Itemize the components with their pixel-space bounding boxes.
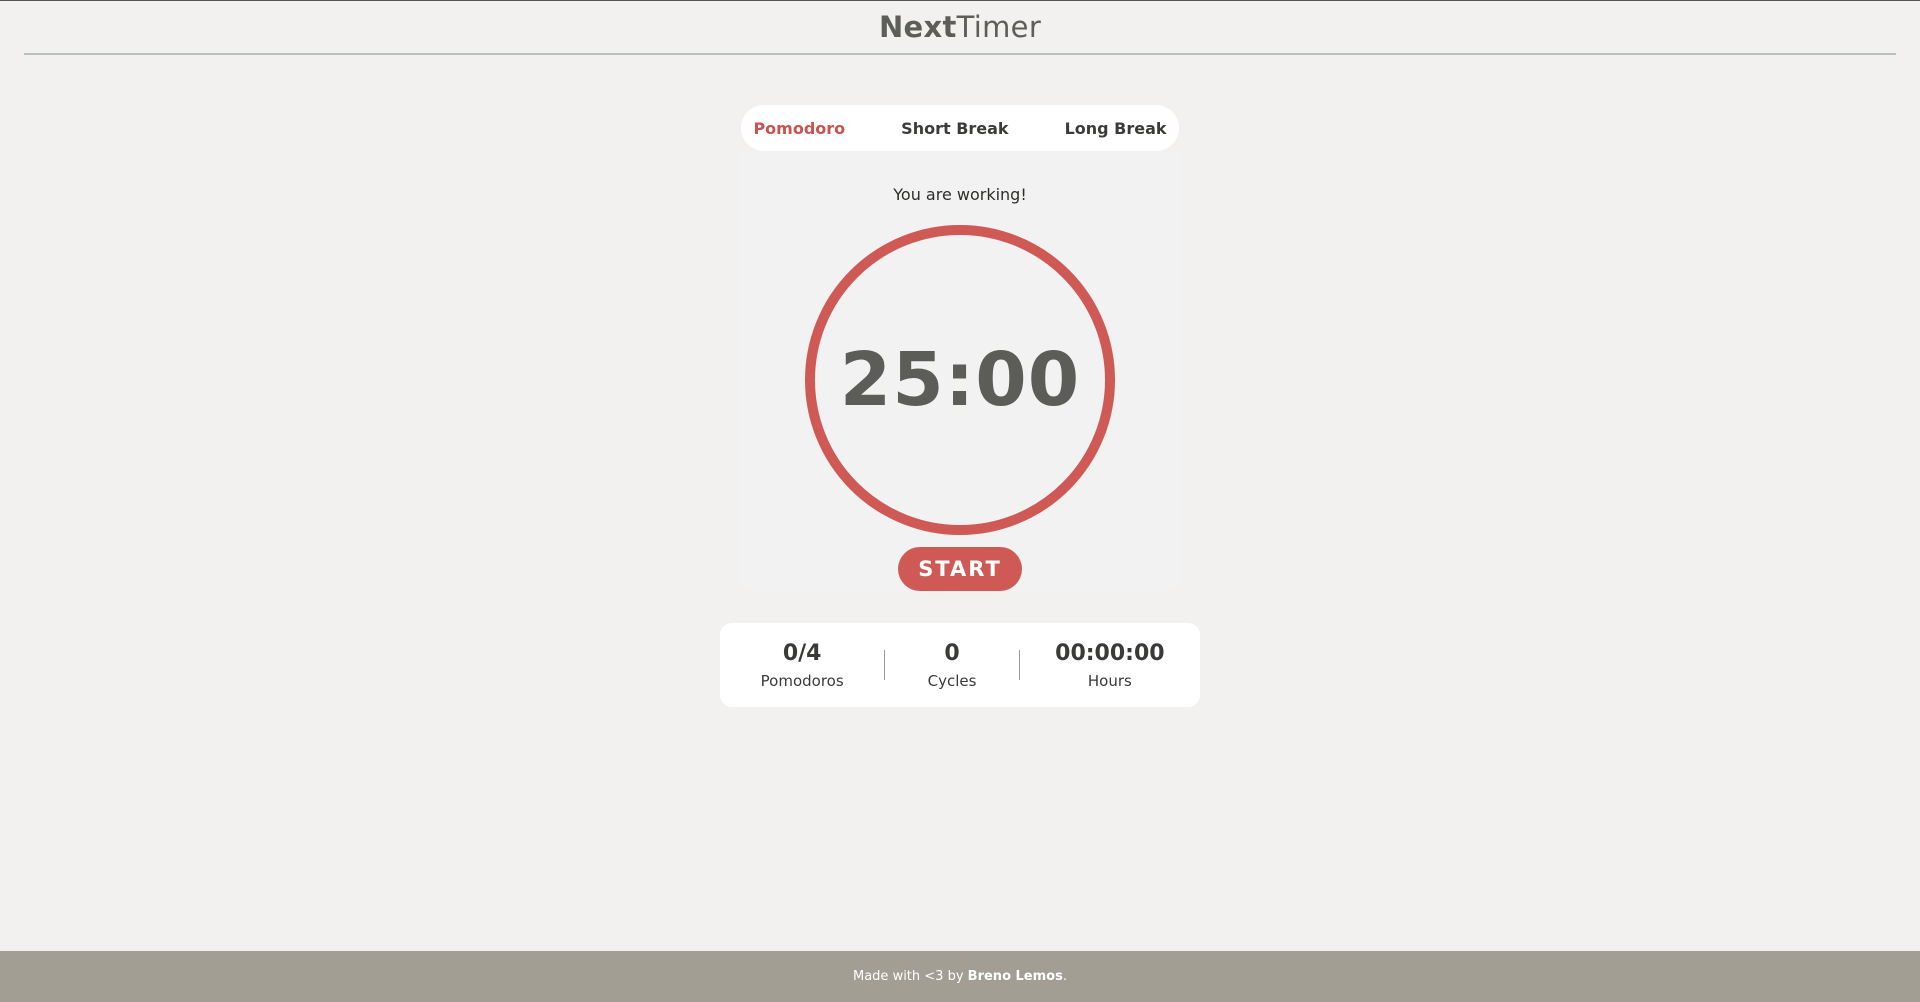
timer-panel: You are working! 25:00 START: [741, 151, 1179, 591]
page-footer: Made with <3 by Breno Lemos.: [0, 951, 1920, 1002]
timer-progress-ring: 25:00: [805, 225, 1115, 535]
tab-short-break[interactable]: Short Break: [873, 119, 1036, 138]
timer-status-text: You are working!: [893, 185, 1027, 204]
start-button[interactable]: START: [898, 547, 1022, 591]
stat-hours: 00:00:00 Hours: [1020, 641, 1200, 690]
stats-card: 0/4 Pomodoros 0 Cycles 00:00:00 Hours: [720, 623, 1200, 707]
stat-value: 0/4: [782, 640, 822, 666]
footer-suffix: .: [1062, 969, 1067, 984]
stat-pomodoros: 0/4 Pomodoros: [720, 641, 884, 690]
mode-tabs: Pomodoro Short Break Long Break: [741, 105, 1179, 151]
footer-author-link[interactable]: Breno Lemos: [968, 969, 1063, 984]
brand-name-light: Timer: [956, 10, 1042, 44]
stat-label: Cycles: [927, 671, 977, 690]
timer-display: 25:00: [839, 337, 1081, 423]
stat-value: 0: [944, 640, 960, 666]
brand-name-bold: Next: [878, 10, 957, 44]
stat-cycles: 0 Cycles: [885, 641, 1018, 690]
stat-value: 00:00:00: [1055, 640, 1165, 666]
tab-long-break[interactable]: Long Break: [1037, 119, 1195, 138]
tab-pomodoro[interactable]: Pomodoro: [725, 119, 873, 138]
stat-label: Pomodoros: [760, 671, 844, 690]
stat-label: Hours: [1087, 671, 1132, 690]
app-header: NextTimer: [24, 1, 1896, 55]
footer-credit-text: Made with <3 by: [853, 969, 964, 984]
app-logo[interactable]: NextTimer: [879, 10, 1041, 44]
